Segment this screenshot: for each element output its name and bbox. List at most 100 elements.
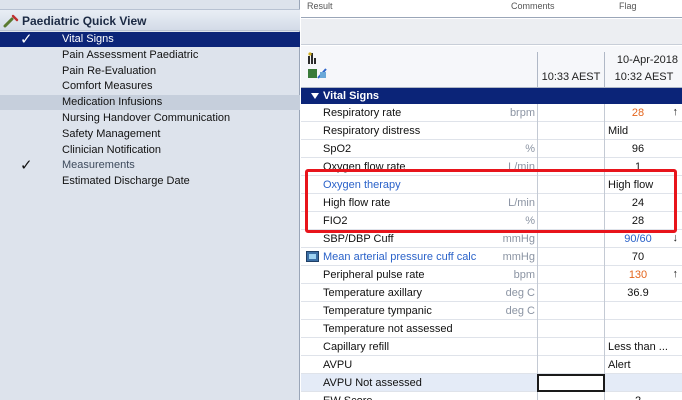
flowsheet-row[interactable]: EW Score 2	[301, 392, 682, 400]
value-cell-time-1[interactable]	[537, 230, 604, 248]
value-cell-time-2[interactable]: 36.9	[604, 284, 682, 302]
nav-item-measurements[interactable]: ✓ Measurements	[0, 157, 300, 175]
column-time-2[interactable]: 10:32 AEST	[606, 71, 682, 83]
column-time-1[interactable]: 10:33 AEST	[538, 71, 604, 83]
row-unit: mmHg	[502, 251, 535, 263]
navigator-panel: Paediatric Quick View ✓ Vital Signs Pain A…	[0, 0, 300, 400]
cell-value: 90/60	[624, 233, 652, 245]
value-cell-time-2[interactable]: 1	[604, 158, 682, 176]
value-cell-time-1[interactable]	[537, 140, 604, 158]
arrow-up-icon: ↑	[672, 106, 679, 118]
navigator-title: Paediatric Quick View	[22, 14, 147, 28]
value-cell-time-2[interactable]: High flow	[604, 176, 682, 194]
flowsheet-row[interactable]: Oxygen therapy High flow	[301, 176, 682, 194]
chart-tools-icon[interactable]	[306, 52, 332, 82]
flowsheet-row[interactable]: Mean arterial pressure cuff calc mmHg 70	[301, 248, 682, 266]
flowsheet-row[interactable]: Peripheral pulse rate bpm 130 ↑	[301, 266, 682, 284]
cell-value: High flow	[608, 179, 654, 191]
result-column-header: Result	[307, 1, 333, 11]
flowsheet-row[interactable]: AVPU Alert	[301, 356, 682, 374]
value-cell-time-2[interactable]	[604, 320, 682, 338]
collapse-triangle-icon[interactable]	[311, 93, 319, 99]
calculator-icon[interactable]	[306, 251, 319, 262]
flowsheet-row[interactable]: Temperature not assessed	[301, 320, 682, 338]
value-cell-time-2[interactable]: 96	[604, 140, 682, 158]
value-cell-time-1[interactable]	[537, 284, 604, 302]
row-unit: mmHg	[502, 233, 535, 245]
value-cell-time-1[interactable]	[537, 320, 604, 338]
value-cell-time-1[interactable]	[537, 122, 604, 140]
nav-item-safety-management[interactable]: Safety Management	[0, 127, 300, 142]
cell-value: 28	[631, 107, 645, 119]
nav-item-label: Pain Assessment Paediatric	[62, 48, 199, 61]
value-cell-time-1[interactable]	[537, 176, 604, 194]
value-cell-time-1[interactable]	[537, 302, 604, 320]
nav-item-nursing-handover-communication[interactable]: Nursing Handover Communication	[0, 111, 300, 126]
nav-item-label: Estimated Discharge Date	[62, 175, 190, 188]
value-cell-time-1[interactable]	[537, 158, 604, 176]
cell-value: 96	[631, 143, 645, 155]
value-cell-time-2[interactable]: 24	[604, 194, 682, 212]
value-cell-time-2[interactable]: 90/60 ↓	[604, 230, 682, 248]
flowsheet-row[interactable]: Respiratory distress Mild	[301, 122, 682, 140]
arrow-up-icon: ↑	[672, 268, 679, 280]
flowsheet-row[interactable]: Respiratory rate brpm 28 ↑	[301, 104, 682, 122]
value-cell-time-2[interactable]	[604, 374, 682, 392]
nav-item-pain-re-evaluation[interactable]: Pain Re-Evaluation	[0, 64, 300, 79]
row-label: EW Score	[323, 395, 498, 400]
value-cell-time-2[interactable]: 130 ↑	[604, 266, 682, 284]
checkmark-icon: ✓	[20, 157, 33, 175]
value-cell-time-1[interactable]	[537, 392, 604, 400]
navigator-header[interactable]: Paediatric Quick View	[0, 9, 300, 31]
value-cell-time-1[interactable]	[537, 248, 604, 266]
cell-value: 36.9	[627, 287, 649, 299]
value-cell-time-2[interactable]: 28 ↑	[604, 104, 682, 122]
nav-item-vital-signs[interactable]: ✓ Vital Signs	[0, 31, 300, 48]
row-unit: L/min	[508, 197, 535, 209]
value-cell-time-1[interactable]	[537, 266, 604, 284]
nav-item-label: Medication Infusions	[62, 96, 163, 109]
value-cell-time-1[interactable]	[537, 104, 604, 122]
nav-item-estimated-discharge-date[interactable]: Estimated Discharge Date	[0, 174, 300, 189]
nav-item-label: Nursing Handover Communication	[62, 112, 231, 124]
section-header-vital-signs[interactable]: Vital Signs	[301, 88, 682, 104]
nav-item-label: Comfort Measures	[62, 80, 153, 93]
value-cell-time-2[interactable]: Alert	[604, 356, 682, 374]
cell-value: 24	[631, 197, 645, 209]
cell-value: Mild	[608, 125, 629, 137]
flowsheet-row[interactable]: SBP/DBP Cuff mmHg 90/60 ↓	[301, 230, 682, 248]
flowsheet-grid: 10-Apr-2018 10:33 AEST 10:32 AEST Vital …	[301, 46, 682, 400]
flag-column-header: Flag	[619, 1, 637, 11]
flowsheet-row[interactable]: Temperature tympanic deg C	[301, 302, 682, 320]
column-header-bar: 10-Apr-2018 10:33 AEST 10:32 AEST	[301, 46, 682, 88]
value-cell-time-2[interactable]: Mild	[604, 122, 682, 140]
value-cell-time-1[interactable]	[537, 212, 604, 230]
value-cell-time-2[interactable]: 70	[604, 248, 682, 266]
column-date: 10-Apr-2018	[616, 54, 678, 66]
flowsheet-row[interactable]: Oxygen flow rate L/min 1	[301, 158, 682, 176]
nav-item-medication-infusions[interactable]: Medication Infusions	[0, 95, 300, 111]
value-cell-time-1[interactable]	[537, 356, 604, 374]
flowsheet-row[interactable]: Temperature axillary deg C 36.9	[301, 284, 682, 302]
row-unit: deg C	[505, 287, 535, 299]
nav-item-label: Vital Signs	[62, 33, 114, 45]
nav-item-comfort-measures[interactable]: Comfort Measures	[0, 79, 300, 94]
flowsheet-row[interactable]: High flow rate L/min 24	[301, 194, 682, 212]
value-cell-time-1[interactable]	[537, 194, 604, 212]
value-cell-time-1[interactable]	[537, 338, 604, 356]
nav-item-pain-assessment-paediatric[interactable]: Pain Assessment Paediatric	[0, 48, 300, 63]
cell-value: Alert	[608, 359, 631, 371]
value-cell-time-2[interactable]: Less than ...	[604, 338, 682, 356]
flowsheet-row[interactable]: AVPU Not assessed	[301, 374, 682, 392]
active-cell-editor[interactable]	[537, 374, 605, 392]
value-cell-time-2[interactable]: 2	[604, 392, 682, 400]
flowsheet-row[interactable]: Capillary refill Less than ...	[301, 338, 682, 356]
splitter[interactable]	[301, 19, 682, 45]
flowsheet-row[interactable]: SpO2% 96	[301, 140, 682, 158]
flowsheet-row[interactable]: FIO2% 28	[301, 212, 682, 230]
value-cell-time-2[interactable]	[604, 302, 682, 320]
value-cell-time-2[interactable]: 28	[604, 212, 682, 230]
nav-item-label: Pain Re-Evaluation	[62, 64, 157, 77]
flowsheet-panel: Result Comments Flag 10-Apr-2018 10:33 A…	[301, 0, 682, 400]
nav-item-clinician-notification[interactable]: Clinician Notification	[0, 143, 300, 158]
